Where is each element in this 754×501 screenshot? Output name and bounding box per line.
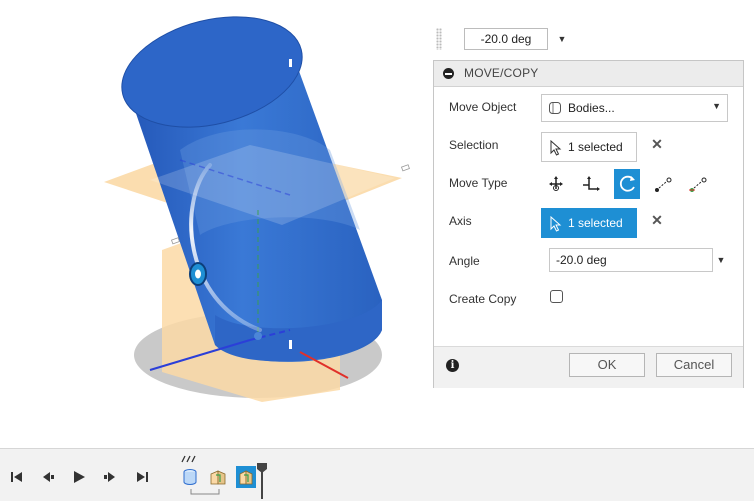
rotate-handle-center: [195, 269, 201, 279]
angle-input[interactable]: -20.0 deg: [549, 248, 713, 272]
clear-selection-icon[interactable]: ✕: [650, 137, 664, 151]
chevron-down-icon[interactable]: ▼: [552, 28, 572, 50]
angle-label: Angle: [449, 254, 480, 268]
dialog-body: Move Object Bodies... ▼ Selection 1 sele…: [434, 87, 743, 349]
feature-group-marker-icon: [181, 455, 196, 463]
chevron-down-icon[interactable]: ▼: [712, 101, 721, 111]
move-type-label: Move Type: [449, 176, 508, 190]
grip-handle[interactable]: [436, 28, 442, 50]
point-to-position-icon[interactable]: [684, 169, 710, 199]
translate-xyz-icon[interactable]: [577, 169, 603, 199]
rotate-icon[interactable]: [614, 169, 640, 199]
axis-row: Axis 1 selected ✕: [434, 205, 743, 239]
move-object-row: Move Object Bodies... ▼: [434, 91, 743, 125]
point-to-point-icon[interactable]: [649, 169, 675, 199]
move-type-row: Move Type: [434, 167, 743, 201]
create-copy-row: Create Copy: [434, 283, 743, 317]
dialog-title: MOVE/COPY: [464, 66, 539, 80]
ok-button[interactable]: OK: [569, 353, 645, 377]
angle-mini-input[interactable]: -20.0 deg ▼: [436, 26, 576, 52]
origin-point: [254, 332, 262, 340]
body-icon: [549, 102, 561, 114]
go-to-start-icon[interactable]: [10, 470, 24, 484]
create-copy-label: Create Copy: [449, 292, 517, 306]
info-icon[interactable]: i: [446, 359, 459, 372]
go-to-end-icon[interactable]: [135, 470, 149, 484]
selection-button[interactable]: 1 selected: [541, 132, 637, 162]
play-icon[interactable]: [72, 470, 86, 484]
move-object-label: Move Object: [449, 100, 517, 114]
timeline-marker-handle[interactable]: [256, 463, 268, 499]
collapse-icon[interactable]: [443, 68, 454, 79]
step-back-icon[interactable]: [40, 470, 56, 484]
move-object-value: Bodies...: [568, 101, 615, 115]
plane-marker-left: [170, 237, 180, 245]
edge-marker-top: [289, 59, 292, 67]
angle-row: Angle -20.0 deg ▼: [434, 245, 743, 279]
edge-marker-bottom: [289, 340, 292, 349]
cancel-button[interactable]: Cancel: [656, 353, 732, 377]
plane-marker-right: [400, 164, 410, 172]
free-move-icon[interactable]: [543, 169, 569, 199]
selection-row: Selection 1 selected ✕: [434, 129, 743, 163]
feature-group-bracket: [190, 489, 220, 495]
selection-value: 1 selected: [568, 140, 623, 154]
axis-selection-button[interactable]: 1 selected: [541, 208, 637, 238]
move-copy-dialog: MOVE/COPY Move Object Bodies... ▼ Select…: [433, 60, 744, 388]
move-object-select[interactable]: Bodies... ▼: [541, 94, 728, 122]
step-forward-icon[interactable]: [102, 470, 118, 484]
angle-mini-field[interactable]: -20.0 deg: [464, 28, 548, 50]
clear-axis-icon[interactable]: ✕: [650, 213, 664, 227]
dialog-footer: i OK Cancel: [434, 346, 743, 388]
axis-label: Axis: [449, 214, 472, 228]
dialog-header[interactable]: MOVE/COPY: [434, 61, 743, 87]
move-feature-icon[interactable]: [208, 466, 228, 488]
active-move-feature-icon[interactable]: [236, 466, 256, 488]
create-copy-checkbox[interactable]: [550, 290, 563, 303]
cursor-arrow-icon: [550, 216, 562, 232]
timeline-bar: [0, 448, 754, 501]
axis-value: 1 selected: [568, 216, 623, 230]
body-feature-icon[interactable]: [180, 466, 200, 488]
cursor-arrow-icon: [550, 140, 562, 156]
selection-label: Selection: [449, 138, 499, 152]
chevron-down-icon[interactable]: ▼: [713, 248, 729, 272]
